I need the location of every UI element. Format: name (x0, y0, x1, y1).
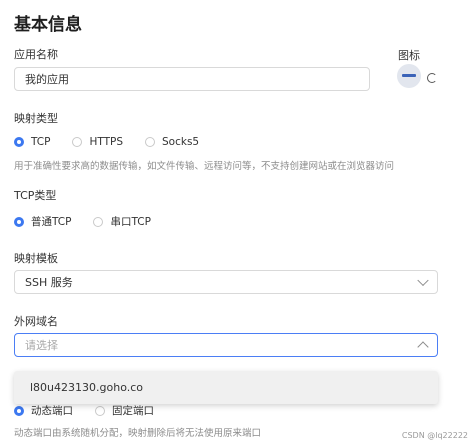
mapping-type-radio-group: TCP HTTPS Socks5 (14, 136, 221, 148)
radio-serial-tcp-label: 串口TCP (110, 216, 151, 228)
radio-unchecked-icon (72, 137, 83, 147)
chevron-up-icon (417, 341, 429, 353)
external-domain-label: 外网域名 (14, 315, 58, 328)
radio-dynamic-port-label: 动态端口 (31, 405, 73, 417)
tcp-type-radio-group: 普通TCP 串口TCP (14, 214, 173, 229)
app-avatar-icon[interactable] (397, 64, 421, 88)
mapping-template-select[interactable]: SSH 服务 (14, 270, 438, 294)
icon-label: 图标 (398, 49, 420, 62)
radio-fixed-port[interactable]: 固定端口 (95, 403, 154, 418)
external-domain-placeholder: 请选择 (25, 339, 58, 352)
radio-tcp[interactable]: TCP (14, 136, 50, 148)
mapping-template-label: 映射模板 (14, 252, 58, 265)
port-radio-group: 动态端口 固定端口 (14, 403, 176, 418)
external-domain-select[interactable]: 请选择 (14, 333, 438, 357)
chevron-down-icon (417, 274, 429, 287)
mapping-type-label: 映射类型 (14, 112, 58, 125)
tcp-type-label: TCP类型 (14, 189, 57, 202)
radio-normal-tcp-label: 普通TCP (31, 216, 72, 228)
dropdown-option[interactable]: l80u423130.goho.co (30, 381, 143, 394)
radio-tcp-label: TCP (31, 136, 51, 148)
radio-checked-icon (14, 137, 24, 147)
radio-socks5[interactable]: Socks5 (145, 136, 199, 148)
radio-unchecked-icon (95, 405, 105, 416)
radio-normal-tcp[interactable]: 普通TCP (14, 214, 71, 229)
radio-dynamic-port[interactable]: 动态端口 (14, 403, 73, 418)
app-name-input[interactable]: 我的应用 (14, 67, 370, 91)
external-domain-dropdown: l80u423130.goho.co (14, 371, 438, 404)
radio-unchecked-icon (93, 216, 104, 227)
mapping-type-hint: 用于准确性要求高的数据传输，如文件传输、远程访问等，不支持创建网站或在浏览器访问 (14, 161, 395, 172)
port-hint: 动态端口由系统随机分配，映射删除后将无法使用原来端口 (14, 428, 262, 439)
watermark: CSDN @lq22222 (401, 431, 468, 440)
refresh-icon[interactable] (427, 73, 437, 83)
mapping-template-value: SSH 服务 (25, 276, 73, 289)
radio-socks5-label: Socks5 (162, 136, 200, 148)
radio-checked-icon (14, 216, 24, 227)
radio-serial-tcp[interactable]: 串口TCP (93, 214, 151, 229)
radio-https[interactable]: HTTPS (72, 136, 123, 148)
radio-unchecked-icon (145, 137, 156, 147)
radio-fixed-port-label: 固定端口 (112, 405, 154, 417)
app-name-label: 应用名称 (14, 48, 58, 61)
page-title: 基本信息 (14, 15, 82, 35)
app-name-value: 我的应用 (25, 73, 69, 86)
radio-https-label: HTTPS (89, 136, 124, 148)
radio-checked-icon (14, 405, 24, 416)
